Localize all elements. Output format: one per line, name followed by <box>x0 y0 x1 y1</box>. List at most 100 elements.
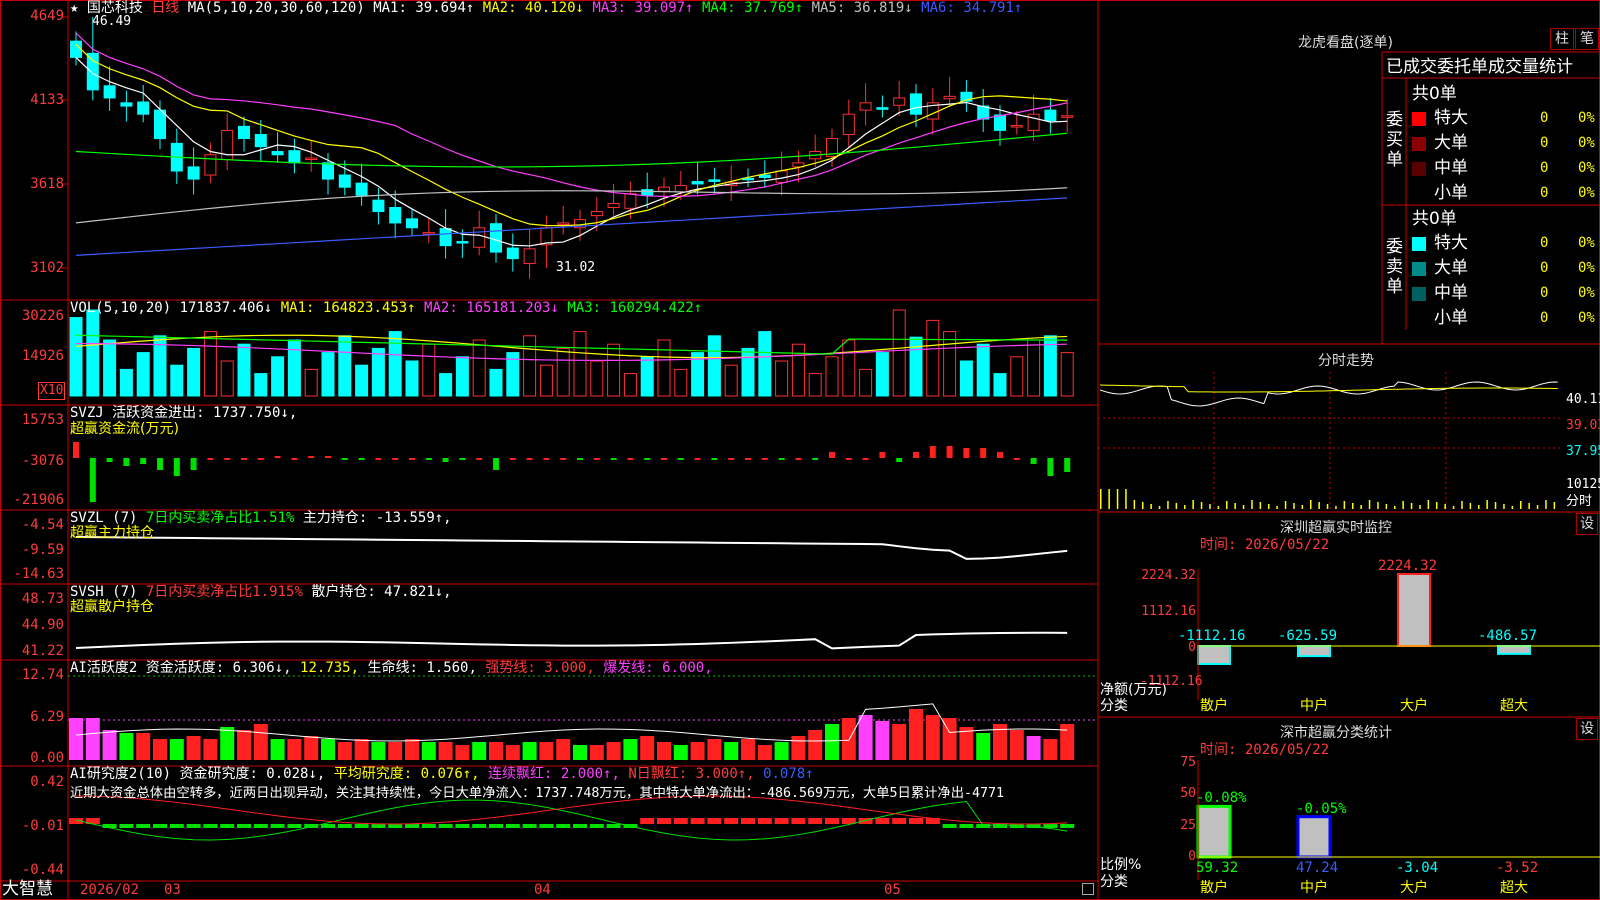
intraday-volume-bar <box>1528 503 1530 509</box>
monitor-bar-label: 2224.32 <box>1378 558 1438 574</box>
fund-flow-bar <box>829 452 835 458</box>
candle-body <box>254 133 267 148</box>
activity-bar <box>1043 739 1058 760</box>
research-bar <box>220 824 235 828</box>
fund-flow-bar <box>476 458 483 460</box>
research-bar <box>640 818 655 824</box>
volume-bar <box>859 368 873 397</box>
vol-params: VOL(5,10,20) <box>70 300 172 316</box>
period-label[interactable]: 日线 <box>151 0 179 16</box>
class-category: 散户 <box>1200 880 1228 896</box>
buy-row-count: 0 <box>1540 185 1549 201</box>
intraday-volume-bar <box>1310 500 1312 509</box>
svzl-sub: 超赢主力持仓 <box>70 525 154 541</box>
activity-bar <box>606 742 621 760</box>
volume-bar <box>607 343 621 397</box>
svzj-name: SVZJ <box>70 405 104 421</box>
volume-bar <box>455 356 469 397</box>
research-bar <box>539 824 554 828</box>
fund-flow-bar <box>593 458 600 460</box>
chart-canvas[interactable] <box>0 0 1600 900</box>
ma-params: MA(5,10,20,30,60,120) <box>187 0 365 16</box>
intraday-volume-bar <box>1520 501 1522 509</box>
ai-res-v5: 0.078↑ <box>763 766 814 782</box>
fund-flow-bar <box>123 458 130 466</box>
activity-bar <box>741 739 755 760</box>
activity-bar <box>354 739 369 760</box>
ai-res-tick: -0.44 <box>21 862 64 878</box>
lock-icon[interactable] <box>1082 883 1094 895</box>
svzl-tick: -4.54 <box>21 517 64 533</box>
fund-flow-bar <box>644 458 651 460</box>
fund-flow-bar <box>761 458 768 460</box>
candle-body <box>288 150 301 164</box>
ai-act-tick: 0.00 <box>30 750 64 766</box>
candle-body <box>305 157 318 160</box>
fund-flow-bar <box>173 458 180 476</box>
fund-flow-bar <box>425 458 432 460</box>
intraday-volume-bar <box>1494 502 1497 509</box>
activity-bar <box>237 730 251 760</box>
volume-bar <box>472 339 486 397</box>
research-bar <box>169 824 184 828</box>
activity-bar <box>724 742 739 760</box>
candle-body <box>120 102 133 107</box>
sell-row-count: 0 <box>1540 285 1549 301</box>
candle-body <box>523 248 536 264</box>
research-bar <box>1043 824 1058 828</box>
svsh-header: SVSH (7) 7日内买卖净占比1.915% 散户持仓: 47.821↓, <box>70 584 452 600</box>
intraday-volume-bar <box>1377 502 1379 509</box>
volume-bar <box>103 339 117 397</box>
fund-flow-bar <box>1013 458 1020 460</box>
tick-mode-button[interactable]: 笔 <box>1575 28 1599 50</box>
candle-body <box>439 228 452 247</box>
sell-row-swatch <box>1412 312 1426 326</box>
ai-act-v5: 爆发线: 6.000, <box>603 660 713 676</box>
intraday-volume-bar <box>1293 503 1295 509</box>
intraday-volume-bar <box>1125 489 1127 509</box>
intraday-volume-bar <box>1268 504 1270 509</box>
monitor-ylabel: 净额(万元) <box>1100 682 1167 698</box>
buy-row-name: 小单 <box>1434 183 1468 203</box>
candle-body <box>422 232 435 235</box>
research-bar <box>657 818 671 824</box>
intraday-tick: 10125 <box>1566 477 1600 492</box>
ai-res-v4: N日飘红: 3.000↑, <box>628 766 755 782</box>
x-label: 03 <box>164 882 181 898</box>
svzj-value: 活跃资金进出: 1737.750↓, <box>112 405 298 421</box>
class-bar-top-label: -0.08% <box>1196 790 1247 807</box>
fund-flow-bar <box>879 452 886 458</box>
volume-bar <box>808 373 822 397</box>
research-bar <box>438 824 453 828</box>
candle-body <box>137 101 150 115</box>
research-bar <box>892 818 907 824</box>
bar-mode-button[interactable]: 柱 <box>1550 28 1574 50</box>
intraday-volume-bar <box>1469 503 1472 509</box>
candle-body <box>1044 109 1057 122</box>
sell-row-name: 小单 <box>1434 308 1468 328</box>
class-bar-top-label: -0.05% <box>1296 800 1347 817</box>
volume-bar <box>271 356 285 397</box>
intraday-title: 分时走势 <box>1318 353 1374 369</box>
candle-body <box>1027 113 1040 131</box>
intraday-volume-bar <box>1478 505 1480 509</box>
intraday-volume-bar <box>1150 504 1152 509</box>
monitor-settings-button[interactable]: 设 <box>1576 513 1598 535</box>
svsh-tick: 48.73 <box>21 591 64 607</box>
intraday-volume-bar <box>1318 502 1320 509</box>
intraday-volume-bar <box>1427 500 1430 509</box>
activity-bar <box>85 718 100 760</box>
candle-body <box>691 181 704 185</box>
fund-flow-bar <box>73 442 79 458</box>
intraday-volume-bar <box>1284 501 1287 509</box>
activity-bar <box>69 718 83 760</box>
intraday-volume-bar <box>1511 506 1514 509</box>
svzj-tick: 15753 <box>21 412 64 428</box>
candle-body <box>154 109 166 140</box>
candle-body <box>842 113 855 135</box>
candle-body <box>624 193 637 209</box>
volume-bar <box>220 360 234 397</box>
volume-bar <box>371 347 385 397</box>
cls-settings-button[interactable]: 设 <box>1576 718 1598 740</box>
vol-ma2: MA2: 165181.203↓ <box>424 300 559 316</box>
